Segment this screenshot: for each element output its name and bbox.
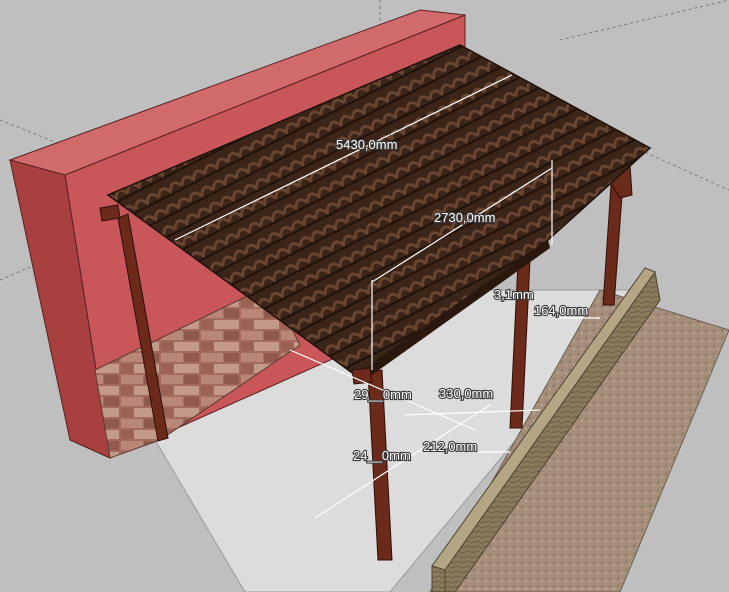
dim-wall-gap[interactable]: 164,0mm: [533, 302, 589, 319]
stone-curb-side[interactable]: [431, 565, 446, 592]
model-canvas[interactable]: 5430,0mm 2730,0mm 3,1mm 164,0mm 29__0mm …: [0, 0, 729, 592]
beam-end-left: [99, 204, 121, 222]
dim-curb-offset[interactable]: 212,0mm: [422, 438, 478, 455]
dim-post-height[interactable]: 29__0mm: [353, 386, 413, 403]
dim-floor-width[interactable]: 24__0mm: [352, 447, 412, 464]
dim-roof-depth[interactable]: 2730,0mm: [433, 209, 497, 226]
dim-post-spacing[interactable]: 330,0mm: [438, 385, 494, 402]
dim-post-offset[interactable]: 3,1mm: [493, 286, 535, 303]
dim-roof-length[interactable]: 5430,0mm: [335, 136, 399, 153]
sketchup-viewport[interactable]: 5430,0mm 2730,0mm 3,1mm 164,0mm 29__0mm …: [0, 0, 729, 592]
